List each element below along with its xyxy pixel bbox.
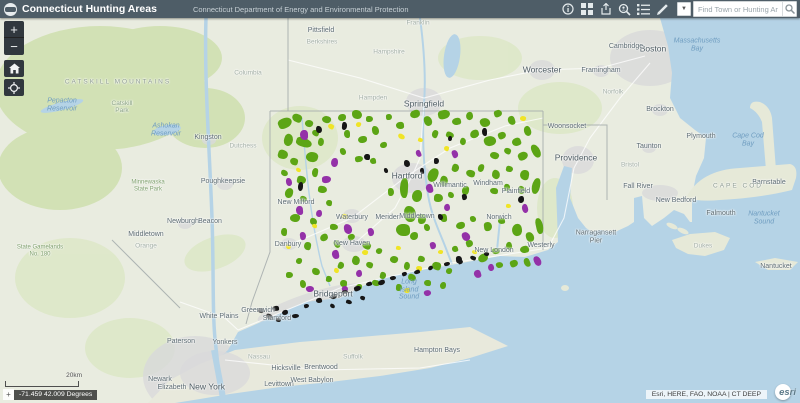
search-dropdown-button[interactable]: ▼	[677, 2, 691, 16]
search-box	[693, 1, 797, 17]
search-magnifier-icon[interactable]	[782, 2, 796, 16]
info-icon[interactable]	[559, 1, 576, 17]
app-subtitle: Connecticut Department of Energy and Env…	[192, 4, 409, 14]
home-button[interactable]	[4, 60, 24, 77]
scale-bar-label: 20km	[66, 372, 82, 379]
basemap-layer	[0, 18, 800, 403]
measure-pencil-icon[interactable]	[654, 1, 671, 17]
map-attribution: Esri, HERE, FAO, NOAA | CT DEEP	[645, 390, 767, 399]
share-icon[interactable]	[597, 1, 614, 17]
zoom-out-button[interactable]: −	[4, 38, 24, 55]
search-widget: ▼	[677, 1, 797, 17]
scale-bar: 20km	[5, 372, 82, 387]
basemap-grid-icon[interactable]	[578, 1, 595, 17]
app-window: Connecticut Hunting Areas Connecticut De…	[0, 0, 800, 403]
locate-button[interactable]	[4, 79, 24, 96]
coordinate-value: -71.459 42.009 Degrees	[14, 389, 98, 400]
zoom-in-button[interactable]: +	[4, 21, 24, 38]
map-canvas[interactable]: Springfield Hartford Boston Providence Worce…	[0, 18, 800, 403]
esri-logo: esri	[769, 384, 797, 401]
app-logo-globe-icon	[4, 2, 17, 16]
esri-logo-text: esri	[779, 387, 796, 398]
search-input[interactable]	[694, 3, 782, 15]
query-icon[interactable]	[616, 1, 633, 17]
header-toolbar: ▼	[559, 1, 800, 17]
app-header: Connecticut Hunting Areas Connecticut De…	[0, 0, 800, 18]
coordinate-crosshair-icon[interactable]: +	[3, 389, 14, 400]
zoom-controls: + −	[4, 21, 24, 55]
coordinate-widget: + -71.459 42.009 Degrees	[3, 389, 98, 400]
app-title: Connecticut Hunting Areas	[22, 3, 157, 15]
legend-list-icon[interactable]	[635, 1, 652, 17]
